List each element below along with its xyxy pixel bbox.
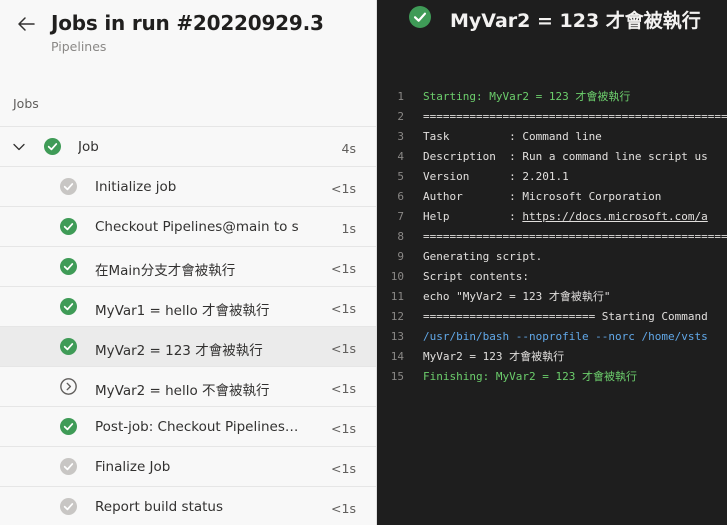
success-icon: [60, 178, 77, 195]
step-row[interactable]: MyVar2 = 123 才會被執行 <1s: [0, 326, 376, 366]
step-label: MyVar2 = 123 才會被執行: [95, 343, 263, 359]
log-pane: MyVar2 = 123 才會被執行 1 Starting: MyVar2 = 1…: [377, 0, 727, 525]
step-row[interactable]: 在Main分支才會被執行 <1s: [0, 246, 376, 286]
log-line: 9 Generating script.: [377, 246, 727, 266]
line-number: 11: [390, 289, 404, 303]
success-icon: [60, 338, 77, 355]
log-text: echo "MyVar2 = 123 才會被執行": [423, 290, 611, 303]
log-text: Finishing: MyVar2 = 123 才會被執行: [423, 370, 637, 383]
job-list: Job 4s Initialize job <1s Checkout Pipelin…: [0, 126, 376, 525]
log-title: MyVar2 = 123 才會被執行: [450, 10, 701, 32]
log-line: 12 ========================== Starting Co…: [377, 306, 727, 326]
line-number: 2: [397, 109, 404, 123]
step-label: 在Main分支才會被執行: [95, 263, 236, 279]
step-duration: 1s: [341, 221, 356, 236]
log-line: 4 Description : Run a command line script…: [377, 146, 727, 166]
log-text: Generating script.: [423, 249, 543, 263]
line-number: 9: [397, 249, 404, 263]
step-label: MyVar1 = hello 才會被執行: [95, 303, 270, 319]
step-label: Initialize job: [95, 179, 177, 195]
log-text: /usr/bin/bash --noprofile --norc /home/v…: [423, 329, 708, 343]
jobs-pane: Jobs in run #20220929.3 Pipelines Jobs J…: [0, 0, 377, 525]
log-line: 10 Script contents:: [377, 266, 727, 286]
job-duration: 4s: [341, 141, 356, 156]
step-row[interactable]: MyVar2 = hello 不會被執行 <1s: [0, 366, 376, 406]
log-text: Starting: MyVar2 = 123 才會被執行: [423, 90, 631, 103]
line-number: 3: [397, 129, 404, 143]
step-duration: <1s: [331, 341, 356, 356]
line-number: 5: [397, 169, 404, 183]
line-number: 8: [397, 229, 404, 243]
log-line: 15 Finishing: MyVar2 = 123 才會被執行: [377, 366, 727, 386]
section-label-jobs: Jobs: [13, 96, 39, 111]
step-duration: <1s: [331, 381, 356, 396]
log-text: ========================== Starting Comm…: [423, 309, 708, 323]
step-label: Report build status: [95, 499, 224, 515]
step-label: Checkout Pipelines@main to s: [95, 219, 299, 235]
back-arrow-icon: [18, 17, 35, 31]
log-output[interactable]: 1 Starting: MyVar2 = 123 才會被執行 2 ==========…: [377, 86, 727, 386]
chevron-down-icon[interactable]: [11, 139, 27, 155]
log-text: Version : 2.201.1: [423, 169, 569, 183]
success-icon: [60, 298, 77, 315]
step-row[interactable]: Initialize job <1s: [0, 166, 376, 206]
step-row[interactable]: Finalize Job <1s: [0, 446, 376, 486]
success-icon: [60, 258, 77, 275]
job-label: Job: [78, 139, 99, 155]
log-line: 11 echo "MyVar2 = 123 才會被執行": [377, 286, 727, 306]
success-icon: [60, 418, 77, 435]
line-number: 13: [390, 329, 404, 343]
log-line: 6 Author : Microsoft Corporation: [377, 186, 727, 206]
back-button[interactable]: [14, 12, 38, 36]
help-link[interactable]: https://docs.microsoft.com/a: [522, 210, 707, 223]
step-duration: <1s: [331, 421, 356, 436]
step-label: Post-job: Checkout Pipelines@m...: [95, 419, 311, 435]
log-line: 2 =======================================…: [377, 106, 727, 126]
log-line: 3 Task : Command line: [377, 126, 727, 146]
skipped-icon: [60, 378, 77, 395]
page-title: Jobs in run #20220929.3: [51, 11, 324, 35]
step-duration: <1s: [331, 181, 356, 196]
step-duration: <1s: [331, 301, 356, 316]
success-icon: [44, 138, 61, 155]
log-text: ========================================…: [423, 109, 727, 123]
log-line: 7 Help : https://docs.microsoft.com/a: [377, 206, 727, 226]
step-row[interactable]: Post-job: Checkout Pipelines@m... <1s: [0, 406, 376, 446]
job-row[interactable]: Job 4s: [0, 126, 376, 166]
log-text: Help : https://docs.microsoft.com/a: [423, 209, 708, 223]
success-icon: [60, 498, 77, 515]
step-row[interactable]: Report build status <1s: [0, 486, 376, 525]
log-text: ========================================…: [423, 229, 727, 243]
line-number: 1: [397, 89, 404, 103]
log-text: Script contents:: [423, 269, 529, 283]
step-label: MyVar2 = hello 不會被執行: [95, 383, 270, 399]
line-number: 7: [397, 209, 404, 223]
step-label: Finalize Job: [95, 459, 171, 475]
log-text: Author : Microsoft Corporation: [423, 189, 662, 203]
success-icon: [409, 6, 431, 28]
page-subtitle: Pipelines: [51, 39, 107, 54]
log-line: 1 Starting: MyVar2 = 123 才會被執行: [377, 86, 727, 106]
step-row[interactable]: Checkout Pipelines@main to s 1s: [0, 206, 376, 246]
log-line: 8 =======================================…: [377, 226, 727, 246]
step-duration: <1s: [331, 261, 356, 276]
line-number: 15: [390, 369, 404, 383]
log-text: Task : Command line: [423, 129, 602, 143]
line-number: 4: [397, 149, 404, 163]
line-number: 6: [397, 189, 404, 203]
log-text: Description : Run a command line script …: [423, 149, 708, 163]
line-number: 14: [390, 349, 404, 363]
line-number: 12: [390, 309, 404, 323]
line-number: 10: [390, 269, 404, 283]
step-row[interactable]: MyVar1 = hello 才會被執行 <1s: [0, 286, 376, 326]
step-duration: <1s: [331, 461, 356, 476]
success-icon: [60, 218, 77, 235]
log-line: 13/usr/bin/bash --noprofile --norc /home…: [377, 326, 727, 346]
log-text: MyVar2 = 123 才會被執行: [423, 350, 565, 363]
log-line: 14 MyVar2 = 123 才會被執行: [377, 346, 727, 366]
log-line: 5 Version : 2.201.1: [377, 166, 727, 186]
success-icon: [60, 458, 77, 475]
step-duration: <1s: [331, 501, 356, 516]
